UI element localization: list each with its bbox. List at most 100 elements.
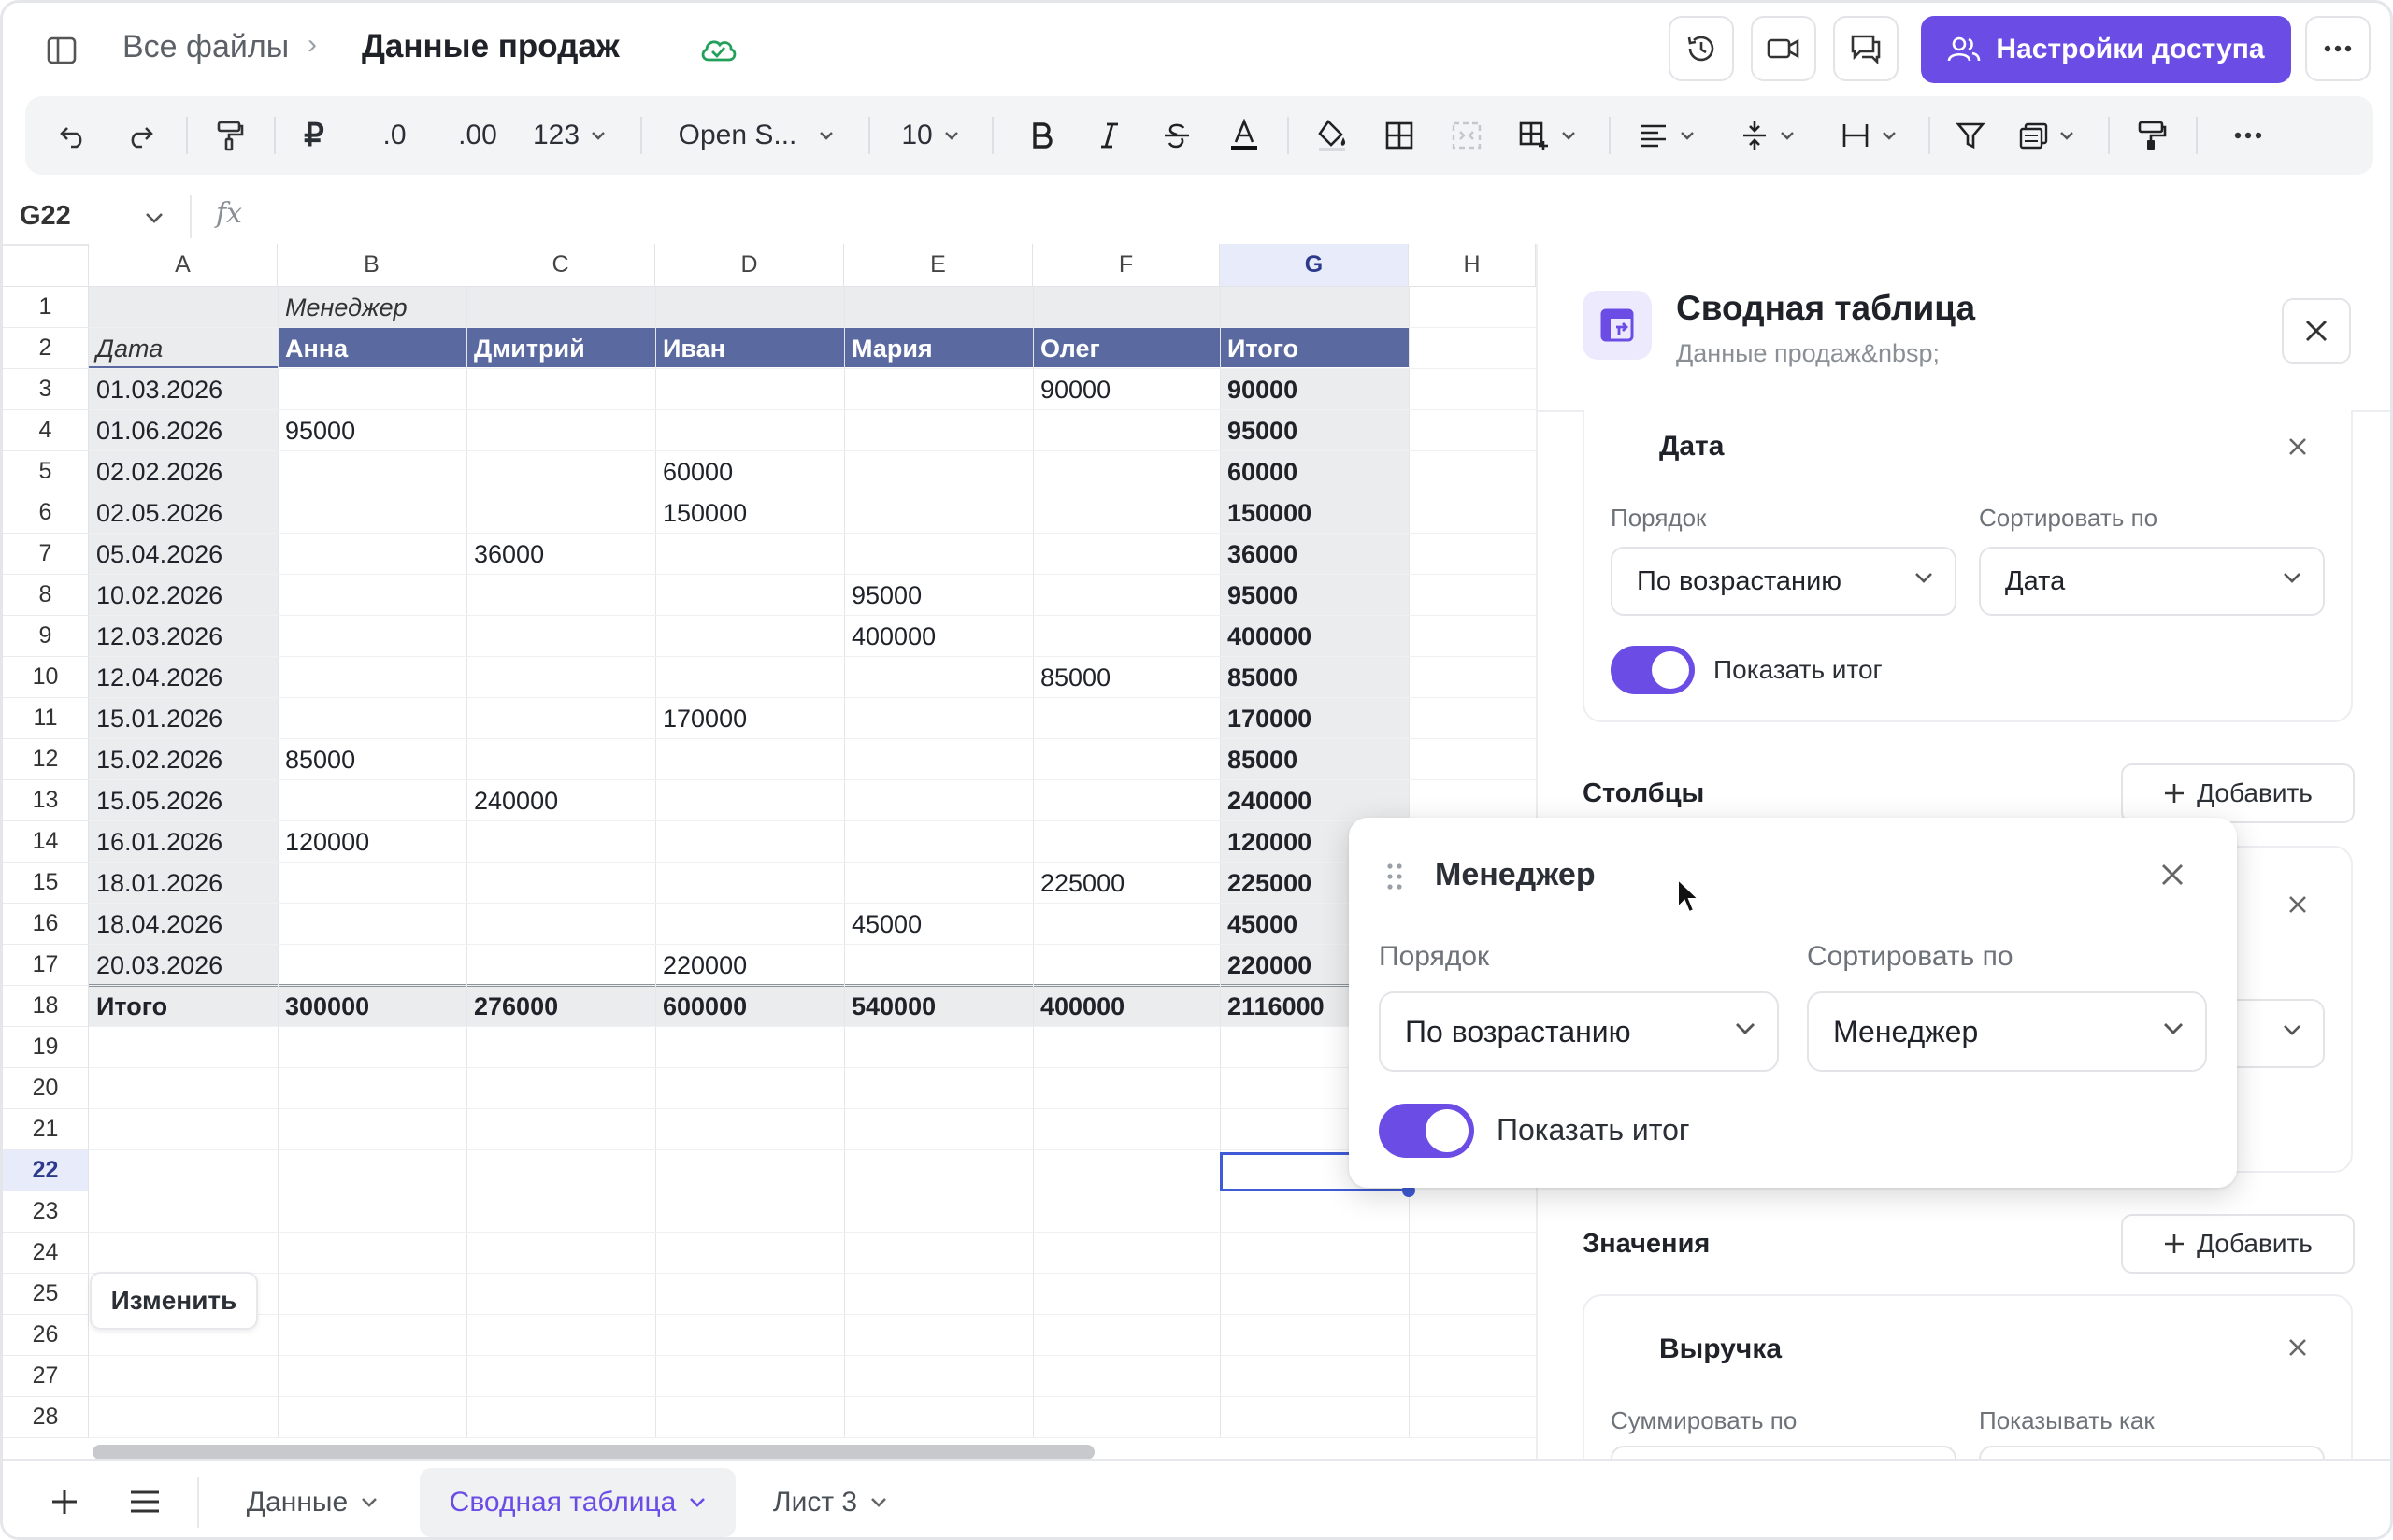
pivot-column-header[interactable]: Дмитрий bbox=[468, 328, 653, 369]
row-total-cell[interactable]: 170000 bbox=[1222, 698, 1407, 739]
date-cell[interactable]: 01.03.2026 bbox=[91, 369, 276, 410]
value-cell[interactable]: 150000 bbox=[657, 492, 842, 534]
grand-total-cell[interactable]: 300000 bbox=[279, 986, 465, 1027]
text-wrap-dropdown[interactable] bbox=[1829, 96, 1908, 175]
drag-handle-icon[interactable] bbox=[1386, 863, 1403, 891]
number-format-dropdown[interactable]: 123 bbox=[526, 96, 612, 175]
value-cell[interactable]: 400000 bbox=[846, 616, 1031, 657]
column-header-c[interactable]: C bbox=[466, 244, 655, 287]
column-header-a[interactable]: A bbox=[89, 244, 278, 287]
value-cell[interactable]: 85000 bbox=[1035, 657, 1218, 698]
add-sheet-icon[interactable] bbox=[36, 1474, 93, 1530]
row-header[interactable]: 9 bbox=[3, 616, 89, 657]
value-cell[interactable]: 85000 bbox=[279, 739, 465, 780]
manager-axis-label[interactable]: Менеджер bbox=[279, 287, 653, 328]
date-cell[interactable]: 01.06.2026 bbox=[91, 410, 276, 451]
edit-pivot-button[interactable]: Изменить bbox=[90, 1272, 258, 1330]
row-header[interactable]: 6 bbox=[3, 492, 89, 534]
value-cell[interactable]: 120000 bbox=[279, 821, 465, 863]
row-header[interactable]: 17 bbox=[3, 945, 89, 986]
redo-icon[interactable] bbox=[117, 96, 164, 175]
row-header[interactable]: 1 bbox=[3, 287, 89, 328]
date-cell[interactable]: 12.04.2026 bbox=[91, 657, 276, 698]
row-header[interactable]: 13 bbox=[3, 780, 89, 821]
popup-order-select[interactable]: По возрастанию bbox=[1379, 991, 1779, 1072]
value-cell[interactable]: 36000 bbox=[468, 534, 653, 575]
row-header[interactable]: 18 bbox=[3, 986, 89, 1027]
decrease-decimal-button[interactable]: .0 bbox=[371, 96, 418, 175]
date-cell[interactable]: 05.04.2026 bbox=[91, 534, 276, 575]
column-header-g[interactable]: G bbox=[1220, 244, 1409, 287]
pivot-column-header[interactable]: Итого bbox=[1222, 328, 1407, 369]
pivot-column-header[interactable]: Анна bbox=[279, 328, 465, 369]
row-header[interactable]: 20 bbox=[3, 1068, 89, 1109]
row-header[interactable]: 16 bbox=[3, 904, 89, 945]
value-cell[interactable]: 90000 bbox=[1035, 369, 1218, 410]
row-total-cell[interactable]: 95000 bbox=[1222, 410, 1407, 451]
show-total-toggle[interactable] bbox=[1611, 646, 1695, 694]
column-header-e[interactable]: E bbox=[844, 244, 1033, 287]
close-icon[interactable] bbox=[2287, 1337, 2308, 1358]
close-icon[interactable] bbox=[2160, 863, 2185, 887]
row-total-cell[interactable]: 85000 bbox=[1222, 739, 1407, 780]
conditional-format-dropdown[interactable] bbox=[2007, 96, 2085, 175]
pivot-column-header[interactable]: Олег bbox=[1035, 328, 1218, 369]
chevron-down-icon[interactable] bbox=[361, 1497, 378, 1508]
sidebar-toggle-icon[interactable] bbox=[29, 18, 94, 83]
date-cell[interactable]: 10.02.2026 bbox=[91, 575, 276, 616]
history-icon[interactable] bbox=[1669, 16, 1734, 81]
vertical-align-dropdown[interactable] bbox=[1728, 96, 1807, 175]
text-color-icon[interactable] bbox=[1220, 96, 1268, 175]
pivot-column-header[interactable]: Иван bbox=[657, 328, 842, 369]
more-menu-icon[interactable] bbox=[2305, 16, 2371, 81]
toolbar-more-icon[interactable] bbox=[2220, 96, 2276, 175]
row-total-cell[interactable]: 60000 bbox=[1222, 451, 1407, 492]
strikethrough-icon[interactable] bbox=[1153, 96, 1201, 175]
row-header[interactable]: 14 bbox=[3, 821, 89, 863]
date-cell[interactable]: 18.01.2026 bbox=[91, 863, 276, 904]
row-total-cell[interactable]: 85000 bbox=[1222, 657, 1407, 698]
spreadsheet-grid[interactable]: A B C D E F G H 1 2 3 4 5 6 7 8 9 10 11 12 13 14 15 16 17 18 19 20 2… bbox=[3, 244, 1536, 1460]
date-cell[interactable]: 15.02.2026 bbox=[91, 739, 276, 780]
grand-total-cell[interactable]: 540000 bbox=[846, 986, 1031, 1027]
dragged-field-card[interactable]: Менеджер Порядок Сортировать по По возра… bbox=[1349, 818, 2237, 1188]
increase-decimal-button[interactable]: .00 bbox=[448, 96, 508, 175]
date-cell[interactable]: 02.02.2026 bbox=[91, 451, 276, 492]
row-total-cell[interactable]: 150000 bbox=[1222, 492, 1407, 534]
row-total-cell[interactable]: 95000 bbox=[1222, 575, 1407, 616]
grand-total-cell[interactable]: Итого bbox=[91, 986, 276, 1027]
chevron-down-icon[interactable] bbox=[689, 1497, 706, 1508]
access-settings-button[interactable]: Настройки доступа bbox=[1921, 16, 2291, 83]
close-icon[interactable] bbox=[2287, 894, 2308, 915]
row-total-cell[interactable]: 400000 bbox=[1222, 616, 1407, 657]
sheet-tab[interactable]: Лист 3 bbox=[751, 1468, 910, 1537]
row-header[interactable]: 11 bbox=[3, 698, 89, 739]
row-header[interactable]: 12 bbox=[3, 739, 89, 780]
date-cell[interactable]: 12.03.2026 bbox=[91, 616, 276, 657]
borders-icon[interactable] bbox=[1375, 96, 1424, 175]
font-family-dropdown[interactable]: Open S... bbox=[666, 96, 846, 175]
cell-reference[interactable]: G22 bbox=[20, 201, 71, 232]
scrollbar-thumb[interactable] bbox=[93, 1445, 1095, 1460]
date-cell[interactable]: 20.03.2026 bbox=[91, 945, 276, 986]
grand-total-cell[interactable]: 276000 bbox=[468, 986, 653, 1027]
value-cell[interactable]: 60000 bbox=[657, 451, 842, 492]
format-painter-icon[interactable] bbox=[207, 96, 253, 175]
file-title[interactable]: Данные продаж bbox=[362, 28, 620, 65]
bold-icon[interactable] bbox=[1020, 96, 1065, 175]
value-cell[interactable]: 170000 bbox=[657, 698, 842, 739]
select-all-corner[interactable] bbox=[3, 244, 89, 287]
chevron-down-icon[interactable] bbox=[870, 1497, 887, 1508]
row-header[interactable]: 19 bbox=[3, 1027, 89, 1068]
breadcrumb-all-files[interactable]: Все файлы bbox=[122, 29, 289, 65]
close-panel-button[interactable] bbox=[2282, 298, 2351, 364]
video-call-icon[interactable] bbox=[1751, 16, 1816, 81]
date-cell[interactable]: 18.04.2026 bbox=[91, 904, 276, 945]
font-size-dropdown[interactable]: 10 bbox=[887, 96, 973, 175]
chevron-down-icon[interactable] bbox=[145, 212, 164, 223]
close-icon[interactable] bbox=[2287, 436, 2308, 457]
column-header-f[interactable]: F bbox=[1033, 244, 1220, 287]
grand-total-cell[interactable]: 600000 bbox=[657, 986, 842, 1027]
row-header[interactable]: 7 bbox=[3, 534, 89, 575]
value-cell[interactable]: 95000 bbox=[846, 575, 1031, 616]
